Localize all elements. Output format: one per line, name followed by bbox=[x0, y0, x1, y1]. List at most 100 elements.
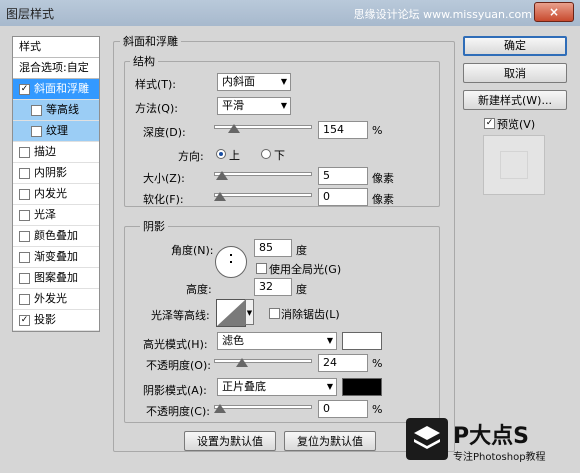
style-checkbox[interactable] bbox=[19, 230, 30, 242]
highlight-color-swatch[interactable] bbox=[342, 332, 382, 350]
style-list-label: 光泽 bbox=[34, 208, 56, 221]
size-slider-track[interactable] bbox=[214, 172, 312, 176]
contour-icon bbox=[217, 300, 245, 326]
style-checkbox[interactable] bbox=[19, 167, 30, 179]
style-list-label: 投影 bbox=[34, 313, 56, 326]
style-list-item[interactable]: 纹理 bbox=[13, 121, 99, 142]
style-list-item[interactable]: 外发光 bbox=[13, 289, 99, 310]
shadow-opacity-thumb[interactable] bbox=[214, 404, 226, 413]
angle-indicator bbox=[230, 254, 232, 256]
technique-dropdown[interactable]: 平滑 ▼ bbox=[217, 97, 291, 115]
style-checkbox[interactable]: ✓ bbox=[19, 314, 30, 326]
logo-subtitle: 专注Photoshop教程 bbox=[453, 452, 546, 463]
soften-input[interactable]: 0 bbox=[318, 188, 368, 206]
cancel-button[interactable]: 取消 bbox=[463, 63, 567, 83]
highlight-opacity-unit: % bbox=[372, 357, 383, 370]
direction-up-radio[interactable] bbox=[216, 149, 226, 159]
style-checkbox[interactable]: ✓ bbox=[19, 83, 30, 95]
style-list-label: 渐变叠加 bbox=[34, 250, 78, 263]
direction-down-radio[interactable] bbox=[261, 149, 271, 159]
style-list-label: 斜面和浮雕 bbox=[34, 82, 89, 95]
soften-slider-track[interactable] bbox=[214, 193, 312, 197]
style-list-item[interactable]: 等高线 bbox=[13, 100, 99, 121]
style-list-label: 外发光 bbox=[34, 292, 67, 305]
angle-center bbox=[230, 261, 232, 263]
depth-input[interactable]: 154 bbox=[318, 121, 368, 139]
watermark-text: 思缘设计论坛 www.missyuan.com bbox=[353, 8, 532, 21]
logo-text: P大点S bbox=[453, 424, 529, 449]
highlight-opacity-label: 不透明度(O): bbox=[146, 359, 211, 372]
style-list-item[interactable]: 颜色叠加 bbox=[13, 226, 99, 247]
highlight-opacity-thumb[interactable] bbox=[236, 358, 249, 367]
preview-checkbox[interactable]: ✓ bbox=[484, 118, 495, 129]
style-checkbox[interactable] bbox=[31, 104, 42, 116]
shadow-color-swatch[interactable] bbox=[342, 378, 382, 396]
new-style-button[interactable]: 新建样式(W)... bbox=[463, 90, 567, 110]
logo-icon bbox=[406, 418, 448, 460]
structure-title: 结构 bbox=[130, 53, 158, 69]
preview-label: 预览(V) bbox=[497, 118, 536, 131]
style-dropdown[interactable]: 内斜面 ▼ bbox=[217, 73, 291, 91]
gloss-contour-preview[interactable] bbox=[216, 299, 246, 327]
shading-title: 阴影 bbox=[140, 218, 168, 234]
style-list-label: 颜色叠加 bbox=[34, 229, 78, 242]
altitude-label: 高度: bbox=[186, 283, 212, 296]
soften-label: 软化(F): bbox=[143, 193, 184, 206]
style-list-header[interactable]: 样式 bbox=[13, 37, 99, 58]
style-list-item[interactable]: 光泽 bbox=[13, 205, 99, 226]
style-label: 样式(T): bbox=[135, 78, 177, 91]
ok-button[interactable]: 确定 bbox=[463, 36, 567, 56]
style-list-item[interactable]: 图案叠加 bbox=[13, 268, 99, 289]
altitude-input[interactable]: 32 bbox=[254, 278, 292, 296]
style-list-label: 纹理 bbox=[46, 124, 68, 137]
style-checkbox[interactable] bbox=[19, 188, 30, 200]
chevron-down-icon[interactable]: ▼ bbox=[245, 299, 254, 325]
shadow-opacity-track[interactable] bbox=[214, 405, 312, 409]
depth-label: 深度(D): bbox=[143, 126, 186, 139]
angle-dial[interactable] bbox=[215, 246, 247, 278]
make-default-button[interactable]: 设置为默认值 bbox=[184, 431, 276, 451]
angle-input[interactable]: 85 bbox=[254, 239, 292, 257]
style-list-item[interactable]: 渐变叠加 bbox=[13, 247, 99, 268]
style-checkbox[interactable] bbox=[31, 125, 42, 137]
bevel-emboss-title: 斜面和浮雕 bbox=[120, 33, 181, 49]
shadow-opacity-unit: % bbox=[372, 403, 383, 416]
highlight-opacity-input[interactable]: 24 bbox=[318, 354, 368, 372]
direction-down-label: 下 bbox=[274, 149, 285, 162]
style-checkbox[interactable] bbox=[19, 272, 30, 284]
style-list-item[interactable]: 内发光 bbox=[13, 184, 99, 205]
antialias-checkbox[interactable] bbox=[269, 308, 280, 319]
highlight-mode-label: 高光模式(H): bbox=[143, 338, 208, 351]
soften-unit: 像素 bbox=[372, 193, 394, 206]
global-light-checkbox[interactable] bbox=[256, 263, 267, 274]
global-light-label: 使用全局光(G) bbox=[269, 263, 342, 276]
style-list-item[interactable]: ✓ 投影 bbox=[13, 310, 99, 331]
style-value: 内斜面 bbox=[222, 75, 255, 88]
direction-label: 方向: bbox=[178, 150, 204, 163]
style-checkbox[interactable] bbox=[19, 293, 30, 305]
style-list-item[interactable]: 内阴影 bbox=[13, 163, 99, 184]
direction-up-label: 上 bbox=[229, 149, 240, 162]
shadow-opacity-input[interactable]: 0 bbox=[318, 400, 368, 418]
shadow-mode-dropdown[interactable]: 正片叠底 ▼ bbox=[217, 378, 337, 396]
size-unit: 像素 bbox=[372, 172, 394, 185]
style-checkbox[interactable] bbox=[19, 209, 30, 221]
size-label: 大小(Z): bbox=[143, 172, 185, 185]
style-list-item[interactable]: ✓ 斜面和浮雕 bbox=[13, 79, 99, 100]
highlight-mode-dropdown[interactable]: 滤色 ▼ bbox=[217, 332, 337, 350]
size-slider-thumb[interactable] bbox=[215, 171, 228, 180]
preview-inner bbox=[500, 151, 528, 179]
size-input[interactable]: 5 bbox=[318, 167, 368, 185]
preview-swatch bbox=[483, 135, 545, 195]
style-list-item[interactable]: 描边 bbox=[13, 142, 99, 163]
depth-slider-thumb[interactable] bbox=[228, 124, 241, 133]
shadow-opacity-label: 不透明度(C): bbox=[146, 405, 210, 418]
soften-slider-thumb[interactable] bbox=[214, 192, 226, 201]
chevron-down-icon: ▼ bbox=[326, 382, 333, 391]
blending-options-item[interactable]: 混合选项:自定 bbox=[13, 58, 99, 79]
reset-default-button[interactable]: 复位为默认值 bbox=[284, 431, 376, 451]
highlight-opacity-track[interactable] bbox=[214, 359, 312, 363]
style-checkbox[interactable] bbox=[19, 146, 30, 158]
close-button[interactable]: × bbox=[534, 2, 574, 22]
style-checkbox[interactable] bbox=[19, 251, 30, 263]
